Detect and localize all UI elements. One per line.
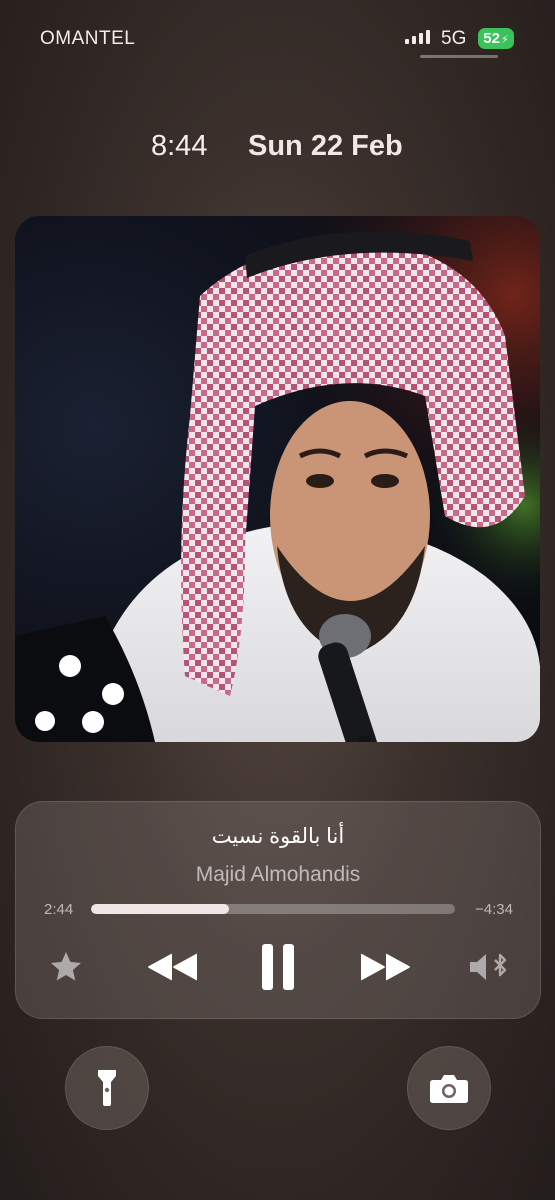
song-title[interactable]: أنا بالقوة نسيت [16, 824, 540, 849]
camera-button[interactable] [407, 1046, 491, 1130]
artwork-image [15, 216, 540, 742]
battery-percentage: 52 [483, 30, 500, 47]
remaining-time: −4:34 [475, 901, 513, 918]
now-playing-widget: أنا بالقوة نسيت Majid Almohandis 2:44 −4… [15, 801, 541, 1019]
fast-forward-button[interactable] [358, 947, 414, 987]
clock-date: Sun 22 Feb [248, 130, 403, 162]
flashlight-icon [98, 1070, 116, 1106]
speaker-bluetooth-icon [470, 953, 507, 980]
lock-screen-datetime: 8:44 Sun 22 Feb [0, 130, 555, 170]
signal-bars-icon [405, 30, 435, 44]
flashlight-button[interactable] [65, 1046, 149, 1130]
playback-scrubber[interactable] [91, 904, 455, 914]
status-bar: OMANTEL 5G 52⚡ [0, 0, 555, 70]
control-center-indicator[interactable] [420, 55, 498, 58]
rewind-icon [148, 953, 197, 981]
network-type: 5G [441, 28, 467, 49]
pause-icon [262, 944, 294, 990]
rewind-button[interactable] [144, 947, 200, 987]
battery-indicator: 52⚡ [478, 28, 514, 49]
pause-button[interactable] [258, 944, 298, 990]
artist-name[interactable]: Majid Almohandis [16, 863, 540, 887]
playback-progress-fill [91, 904, 230, 914]
audio-output-button[interactable] [468, 947, 512, 987]
star-icon [51, 952, 81, 981]
fast-forward-icon [361, 953, 410, 981]
carrier-name: OMANTEL [40, 28, 136, 49]
favorite-button[interactable] [46, 947, 86, 987]
camera-icon [430, 1075, 468, 1103]
elapsed-time: 2:44 [44, 901, 74, 918]
charging-bolt-icon: ⚡ [500, 34, 509, 46]
album-artwork[interactable] [15, 216, 540, 742]
clock-time: 8:44 [151, 130, 208, 162]
